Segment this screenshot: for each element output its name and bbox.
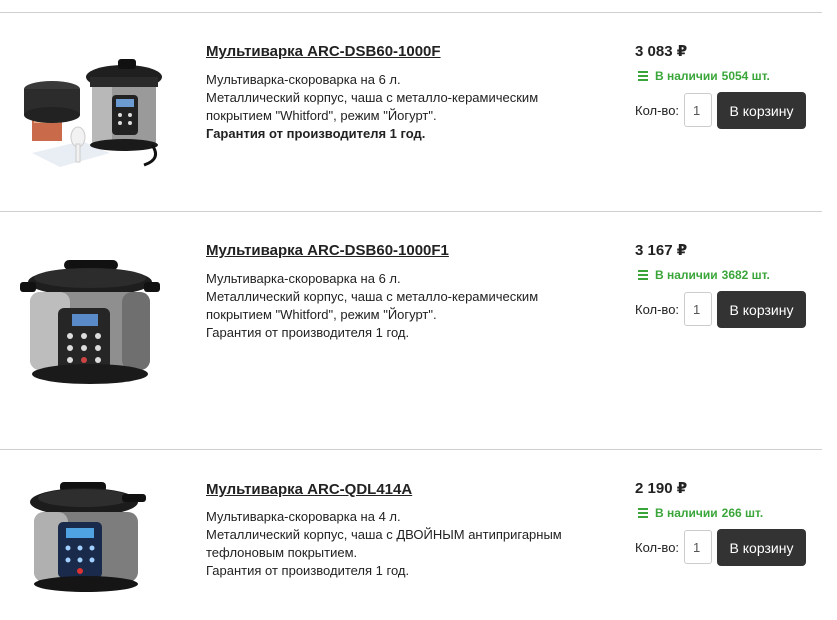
description-line: Мультиварка-скороварка на 6 л. [206, 72, 401, 87]
quantity-label: Кол-во: [635, 302, 680, 317]
description-line: Металлический корпус, чаша с ДВОЙНЫМ ант… [206, 527, 562, 542]
product-price: 3 167 ₽ [635, 242, 688, 259]
stock-bars-icon [638, 507, 648, 519]
stock-status: В наличии 5054 шт. [638, 69, 770, 83]
product-card: Мультиварка ARC-QDL414A Мультиварка-скор… [0, 450, 822, 620]
stock-count: 266 шт. [721, 506, 764, 520]
stock-label: В наличии [655, 69, 718, 83]
quantity-input[interactable] [684, 530, 712, 564]
quantity-input[interactable] [684, 292, 712, 326]
description-line: Мультиварка-скороварка на 6 л. [206, 271, 401, 286]
product-image[interactable] [12, 252, 172, 402]
product-description: Мультиварка-скороварка на 6 л. Металличе… [206, 71, 606, 143]
description-line: Металлический корпус, чаша с металло-кер… [206, 289, 539, 304]
product-image[interactable] [12, 476, 172, 606]
product-price: 3 083 ₽ [635, 43, 688, 60]
add-to-cart-button[interactable]: В корзину [717, 92, 806, 129]
warranty-line: Гарантия от производителя 1 год. [206, 563, 410, 578]
quantity-label: Кол-во: [635, 540, 680, 555]
warranty-line: Гарантия от производителя 1 год. [206, 325, 410, 340]
description-line: покрытием "Whitford", режим "Йогурт". [206, 307, 437, 322]
description-line: покрытием "Whitford", режим "Йогурт". [206, 108, 437, 123]
description-line: тефлоновым покрытием. [206, 545, 358, 560]
add-to-cart-button[interactable]: В корзину [717, 291, 806, 328]
stock-label: В наличии [655, 506, 718, 520]
product-description: Мультиварка-скороварка на 4 л. Металличе… [206, 508, 606, 580]
product-price: 2 190 ₽ [635, 480, 688, 497]
quantity-label: Кол-во: [635, 103, 680, 118]
description-line: Металлический корпус, чаша с металло-кер… [206, 90, 539, 105]
product-title-link[interactable]: Мультиварка ARC-DSB60-1000F1 [206, 242, 449, 259]
stock-bars-icon [638, 70, 648, 82]
product-description: Мультиварка-скороварка на 6 л. Металличе… [206, 270, 606, 342]
quantity-input[interactable] [684, 93, 712, 127]
warranty-line: Гарантия от производителя 1 год. [206, 126, 426, 141]
description-line: Мультиварка-скороварка на 4 л. [206, 509, 401, 524]
stock-label: В наличии [655, 268, 718, 282]
stock-status: В наличии 266 шт. [638, 506, 763, 520]
product-image[interactable] [12, 41, 172, 171]
add-to-cart-button[interactable]: В корзину [717, 529, 806, 566]
product-title-link[interactable]: Мультиварка ARC-DSB60-1000F [206, 43, 441, 60]
stock-bars-icon [638, 269, 648, 281]
stock-count: 5054 шт. [721, 69, 770, 83]
stock-status: В наличии 3682 шт. [638, 268, 770, 282]
product-title-link[interactable]: Мультиварка ARC-QDL414A [206, 481, 412, 498]
product-card: Мультиварка ARC-DSB60-1000F Мультиварка-… [0, 13, 822, 212]
product-card: Мультиварка ARC-DSB60-1000F1 Мультиварка… [0, 212, 822, 450]
stock-count: 3682 шт. [721, 268, 770, 282]
